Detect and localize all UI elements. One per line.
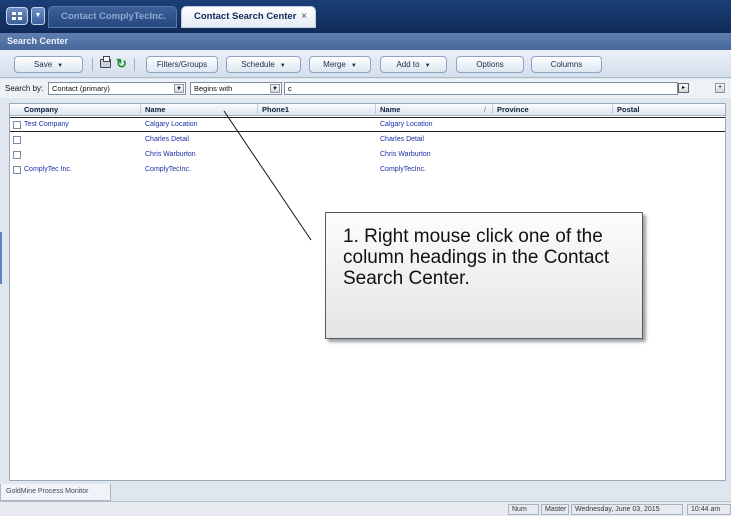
schedule-label: Schedule	[241, 60, 275, 69]
date-indicator: Wednesday, June 03, 2015	[571, 504, 683, 515]
save-label: Save	[33, 60, 53, 69]
top-tab-bar: ▼ Contact ComplyTecInc. Contact Search C…	[0, 0, 731, 33]
panel-title: Search Center	[0, 33, 731, 50]
column-heading-name-2[interactable]: Name /	[376, 104, 493, 116]
cell-name: Charles Detail	[145, 136, 189, 143]
chevron-down-icon: ▼	[424, 63, 431, 69]
cell-name: Calgary Location	[145, 121, 198, 128]
merge-label: Merge	[323, 60, 346, 69]
chevron-down-icon: ▼	[270, 84, 280, 93]
columns-button[interactable]: Columns	[531, 56, 602, 73]
row-checkbox[interactable]	[13, 151, 21, 159]
merge-button[interactable]: Merge ▼	[309, 56, 371, 73]
print-icon[interactable]	[100, 56, 111, 68]
search-by-label: Search by:	[5, 84, 44, 93]
tab-contact-search-center[interactable]: Contact Search Center ×	[181, 6, 316, 28]
chevron-down-icon: ▼	[34, 12, 42, 19]
options-button[interactable]: Options	[456, 56, 524, 73]
close-icon[interactable]: ×	[301, 7, 307, 27]
cell-name-2: Calgary Location	[380, 121, 433, 128]
search-operator-select[interactable]: Begins with ▼	[190, 82, 282, 95]
column-heading-name[interactable]: Name	[141, 104, 258, 116]
column-heading-label: Name	[380, 105, 401, 114]
column-heading-postal[interactable]: Postal	[613, 104, 725, 116]
filters-groups-button[interactable]: Filters/Groups	[146, 56, 218, 73]
table-row[interactable]: ComplyTec Inc. ComplyTecInc. ComplyTecIn…	[10, 163, 725, 178]
num-lock-indicator: Num	[508, 504, 539, 515]
cell-name-2: Charles Detail	[380, 136, 424, 143]
sort-indicator-icon: /	[483, 105, 486, 114]
cell-company: ComplyTec Inc.	[24, 166, 72, 173]
add-to-label: Add to	[396, 60, 420, 69]
row-checkbox[interactable]	[13, 121, 21, 129]
search-row: Search by: Contact (primary) ▼ Begins wi…	[0, 79, 731, 98]
search-go-button[interactable]: ▸	[678, 83, 689, 93]
search-input[interactable]: c	[284, 82, 678, 95]
save-button[interactable]: Save ▼	[14, 56, 83, 73]
toolbar-divider	[92, 58, 93, 71]
chevron-down-icon: ▼	[350, 63, 357, 69]
time-indicator: 10:44 am	[687, 504, 731, 515]
cell-name-2: ComplyTecInc.	[380, 166, 426, 173]
home-grid-icon[interactable]	[6, 7, 28, 25]
tab-menu-dropdown-button[interactable]: ▼	[31, 7, 45, 25]
search-field-select[interactable]: Contact (primary) ▼	[48, 82, 186, 95]
user-indicator: Master	[541, 504, 569, 515]
cell-name: Chris Warburton	[145, 151, 196, 158]
column-heading-province[interactable]: Province	[493, 104, 613, 116]
tab-label: Contact ComplyTecInc.	[61, 11, 166, 22]
status-bar: Num Master Wednesday, June 03, 2015 10:4…	[0, 501, 731, 516]
add-to-button[interactable]: Add to ▼	[380, 56, 447, 73]
search-operator-value: Begins with	[194, 84, 233, 93]
instruction-callout: 1. Right mouse click one of the column h…	[325, 212, 643, 339]
row-checkbox[interactable]	[13, 136, 21, 144]
chevron-down-icon: ▼	[57, 63, 64, 69]
schedule-button[interactable]: Schedule ▼	[226, 56, 301, 73]
row-checkbox[interactable]	[13, 166, 21, 174]
column-heading-company[interactable]: Company	[10, 104, 141, 116]
table-row[interactable]: Test Company Calgary Location Calgary Lo…	[10, 117, 725, 132]
add-search-button[interactable]: +	[715, 83, 725, 93]
left-edge-marker	[0, 232, 2, 284]
column-heading-phone1[interactable]: Phone1	[258, 104, 376, 116]
grid-header: Company Name Phone1 Name / Province Posta…	[10, 104, 725, 116]
table-row[interactable]: Charles Detail Charles Detail	[10, 133, 725, 148]
chevron-down-icon: ▼	[279, 63, 286, 69]
cell-name: ComplyTecInc.	[145, 166, 191, 173]
cell-company: Test Company	[24, 121, 69, 128]
search-field-value: Contact (primary)	[52, 84, 110, 93]
tab-label: Contact Search Center	[194, 11, 297, 22]
toolbar-divider	[134, 58, 135, 71]
table-row[interactable]: Chris Warburton Chris Warburton	[10, 148, 725, 163]
toolbar: Save ▼ ↻ Filters/Groups Schedule ▼ Merge ▼ …	[0, 50, 731, 78]
refresh-icon[interactable]: ↻	[116, 56, 127, 72]
tab-contact-complytec[interactable]: Contact ComplyTecInc.	[48, 6, 177, 28]
cell-name-2: Chris Warburton	[380, 151, 431, 158]
chevron-down-icon: ▼	[174, 84, 184, 93]
process-monitor-tab[interactable]: GoldMine Process Monitor	[0, 484, 111, 501]
